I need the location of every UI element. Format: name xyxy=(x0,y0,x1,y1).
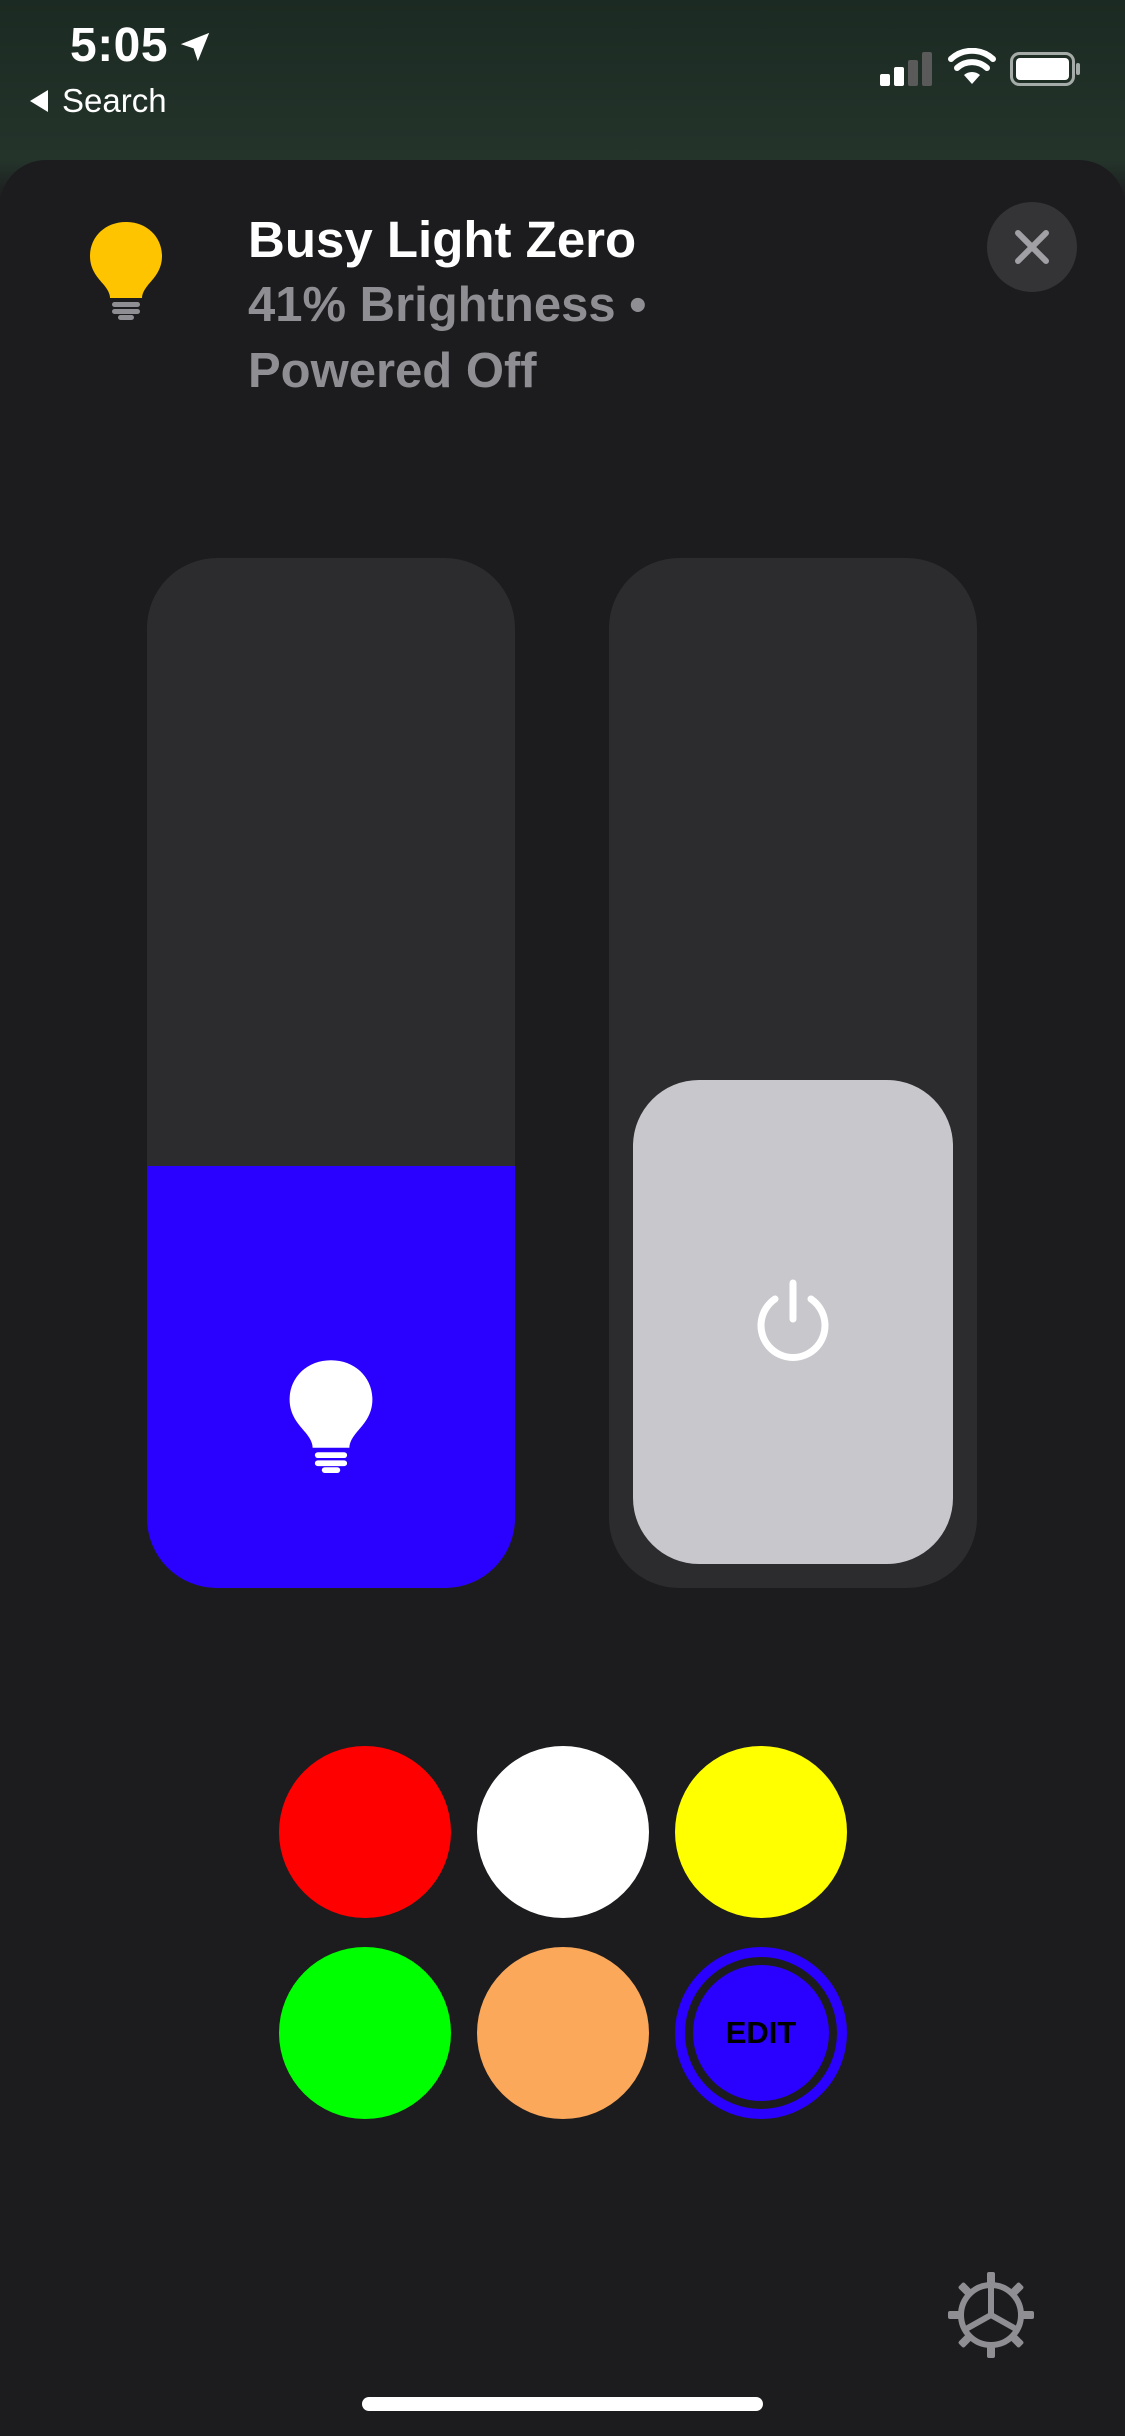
close-button[interactable] xyxy=(987,202,1077,292)
edit-color-button[interactable]: EDIT xyxy=(675,1947,847,2119)
color-swatch-white[interactable] xyxy=(477,1746,649,1918)
back-to-search-link[interactable]: Search xyxy=(30,82,167,120)
color-swatch-orange[interactable] xyxy=(477,1947,649,2119)
power-toggle[interactable] xyxy=(609,558,977,1588)
wifi-icon xyxy=(948,48,996,84)
home-indicator xyxy=(362,2397,763,2411)
color-swatch-red[interactable] xyxy=(279,1746,451,1918)
brightness-slider[interactable] xyxy=(147,558,515,1588)
status-time: 5:05 xyxy=(70,19,169,72)
color-swatch-green[interactable] xyxy=(279,1947,451,2119)
close-icon xyxy=(1015,230,1049,264)
battery-icon xyxy=(1010,52,1080,86)
lightbulb-icon xyxy=(90,222,162,320)
status-bar: 5:05 Search xyxy=(0,0,1125,150)
location-arrow-icon xyxy=(180,32,210,62)
power-toggle-knob[interactable] xyxy=(633,1080,953,1564)
lightbulb-icon xyxy=(289,1360,373,1473)
power-icon xyxy=(757,1279,829,1361)
edit-color-inner: EDIT xyxy=(693,1965,829,2101)
gear-icon[interactable] xyxy=(948,2272,1034,2358)
back-triangle-icon xyxy=(30,90,48,112)
back-label: Search xyxy=(62,82,167,119)
color-swatch-yellow[interactable] xyxy=(675,1746,847,1918)
edit-label: EDIT xyxy=(725,2015,797,2050)
accessory-status: 41% Brightness • Powered Off xyxy=(248,278,647,398)
cellular-signal-icon xyxy=(880,52,932,86)
accessory-title: Busy Light Zero xyxy=(248,211,637,268)
